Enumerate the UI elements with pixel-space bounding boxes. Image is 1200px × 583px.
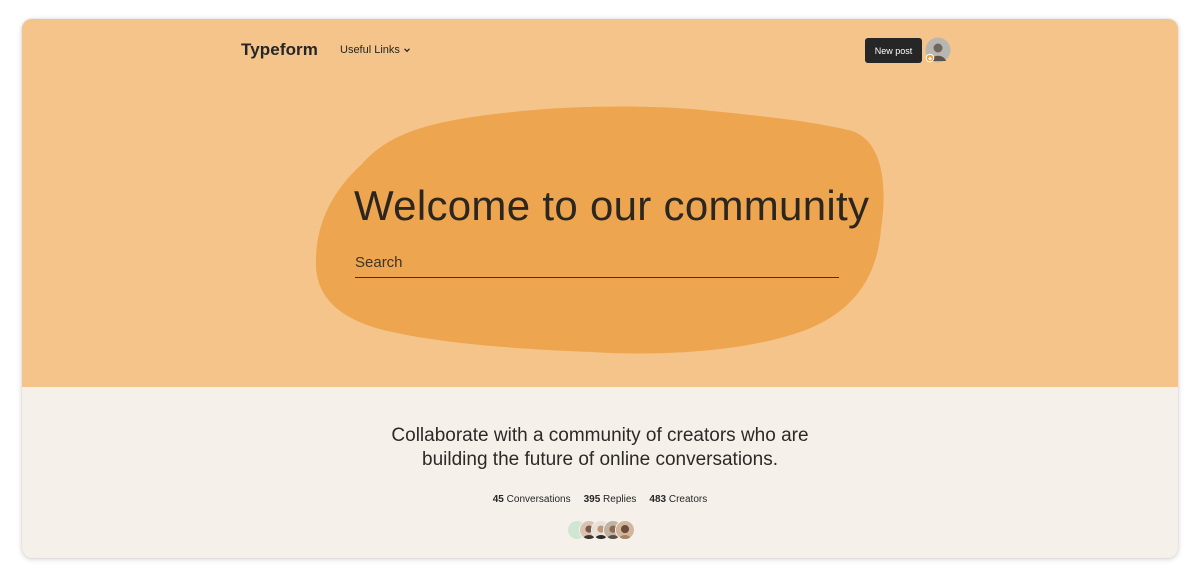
search-input[interactable]	[355, 247, 839, 278]
stat-label: Replies	[603, 494, 637, 505]
tagline-line-1: Collaborate with a community of creators…	[391, 425, 809, 446]
stat-count: 45	[492, 494, 504, 505]
stat-label: Conversations	[506, 494, 571, 505]
community-tagline: Collaborate with a community of creators…	[22, 424, 1178, 472]
community-stats: 45 Conversations 395 Replies 483 Creator…	[22, 494, 1178, 505]
new-post-button[interactable]: New post	[865, 38, 922, 63]
useful-links-menu[interactable]: Useful Links	[340, 44, 411, 56]
creator-avatar[interactable]	[615, 520, 635, 540]
stat-label: Creators	[668, 494, 708, 505]
user-avatar-icon[interactable]: ◆	[925, 37, 951, 63]
hero-section: Typeform Useful Links New post ◆ Welcome…	[22, 19, 1178, 387]
community-page: Typeform Useful Links New post ◆ Welcome…	[22, 19, 1178, 558]
top-nav: Typeform Useful Links New post ◆	[22, 19, 1178, 83]
stat-creators: 483 Creators	[649, 494, 707, 505]
tagline-line-2: building the future of online conversati…	[422, 449, 778, 470]
creator-avatars	[567, 520, 635, 540]
page-title: Welcome to our community	[354, 182, 870, 229]
stat-replies: 395 Replies	[584, 494, 637, 505]
stat-conversations: 45 Conversations	[493, 494, 571, 505]
useful-links-label: Useful Links	[340, 44, 400, 56]
stat-count: 395	[583, 494, 601, 505]
stat-count: 483	[649, 494, 667, 505]
chevron-down-icon	[403, 48, 410, 53]
typeform-logo[interactable]: Typeform	[241, 40, 318, 60]
svg-text:◆: ◆	[928, 56, 932, 62]
